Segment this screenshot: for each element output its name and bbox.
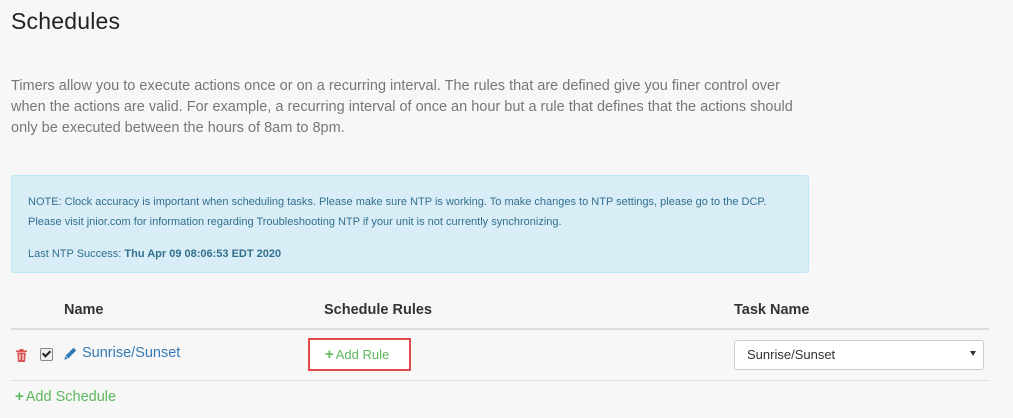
schedule-name-link[interactable]: Sunrise/Sunset xyxy=(82,345,180,361)
schedules-table-header: Name Schedule Rules Task Name xyxy=(11,298,989,330)
column-header-task-name: Task Name xyxy=(734,302,810,318)
chevron-down-icon xyxy=(970,351,976,356)
trash-icon[interactable] xyxy=(16,349,27,362)
add-rule-highlight-box: + Add Rule xyxy=(308,338,411,371)
task-name-select[interactable]: Sunrise/Sunset xyxy=(734,340,984,370)
add-rule-button[interactable]: + Add Rule xyxy=(325,346,389,363)
add-schedule-label: Add Schedule xyxy=(25,389,117,405)
add-schedule-button[interactable]: + Add Schedule xyxy=(15,388,116,405)
ntp-value: Thu Apr 09 08:06:53 EDT 2020 xyxy=(124,248,282,260)
pencil-icon[interactable] xyxy=(64,347,77,360)
enabled-checkbox[interactable] xyxy=(40,348,53,361)
page-description: Timers allow you to execute actions once… xyxy=(11,78,793,136)
ntp-label: Last NTP Success: xyxy=(28,248,125,260)
task-name-value: Sunrise/Sunset xyxy=(747,347,836,362)
ntp-alert: NOTE: Clock accuracy is important when s… xyxy=(11,175,809,273)
dcp-link[interactable]: DCP xyxy=(742,196,764,208)
ntp-note-text: NOTE: Clock accuracy is important when s… xyxy=(28,196,742,208)
plus-icon: + xyxy=(15,388,24,405)
column-header-name: Name xyxy=(64,302,104,318)
column-header-schedule-rules: Schedule Rules xyxy=(324,302,432,318)
add-rule-label: Add Rule xyxy=(335,347,390,362)
plus-icon: + xyxy=(325,346,334,363)
page-title: Schedules xyxy=(11,8,121,34)
last-ntp-success: Last NTP Success: Thu Apr 09 08:06:53 ED… xyxy=(28,244,792,264)
table-row: Sunrise/Sunset + Add Rule Sunrise/Sunset xyxy=(11,330,989,381)
ntp-note: NOTE: Clock accuracy is important when s… xyxy=(28,192,792,232)
